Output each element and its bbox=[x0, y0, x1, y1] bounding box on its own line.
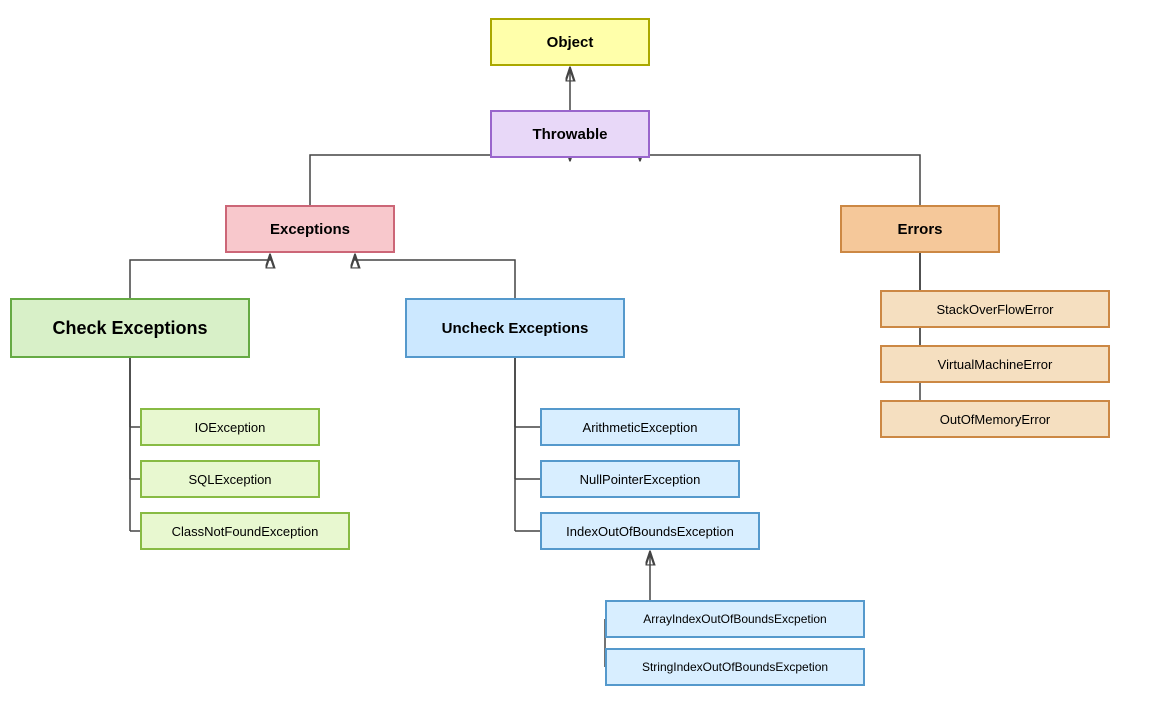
node-outofmemory: OutOfMemoryError bbox=[880, 400, 1110, 438]
node-nullpointer: NullPointerException bbox=[540, 460, 740, 498]
diagram: Object Throwable Exceptions Errors Check… bbox=[0, 0, 1168, 701]
stackoverflow-label: StackOverFlowError bbox=[936, 302, 1053, 317]
nullpointer-label: NullPointerException bbox=[580, 472, 701, 487]
node-uncheck-exceptions: Uncheck Exceptions bbox=[405, 298, 625, 358]
arithmetic-label: ArithmeticException bbox=[583, 420, 698, 435]
indexoutofbounds-label: IndexOutOfBoundsException bbox=[566, 524, 734, 539]
node-stringindex: StringIndexOutOfBoundsExcpetion bbox=[605, 648, 865, 686]
node-ioexception: IOException bbox=[140, 408, 320, 446]
node-errors: Errors bbox=[840, 205, 1000, 253]
exceptions-label: Exceptions bbox=[270, 221, 350, 238]
node-arrayindex: ArrayIndexOutOfBoundsExcpetion bbox=[605, 600, 865, 638]
virtualmachine-label: VirtualMachineError bbox=[938, 357, 1053, 372]
check-label: Check Exceptions bbox=[52, 318, 207, 339]
stringindex-label: StringIndexOutOfBoundsExcpetion bbox=[642, 660, 828, 674]
node-arithmetic: ArithmeticException bbox=[540, 408, 740, 446]
node-exceptions: Exceptions bbox=[225, 205, 395, 253]
node-object: Object bbox=[490, 18, 650, 66]
object-label: Object bbox=[547, 34, 594, 51]
throwable-label: Throwable bbox=[532, 126, 607, 143]
node-check-exceptions: Check Exceptions bbox=[10, 298, 250, 358]
node-throwable: Throwable bbox=[490, 110, 650, 158]
errors-label: Errors bbox=[897, 221, 942, 238]
node-stackoverflow: StackOverFlowError bbox=[880, 290, 1110, 328]
outofmemory-label: OutOfMemoryError bbox=[940, 412, 1051, 427]
node-sqlexception: SQLException bbox=[140, 460, 320, 498]
node-classnotfound: ClassNotFoundException bbox=[140, 512, 350, 550]
classnotfound-label: ClassNotFoundException bbox=[172, 524, 319, 539]
ioexception-label: IOException bbox=[195, 420, 266, 435]
arrayindex-label: ArrayIndexOutOfBoundsExcpetion bbox=[643, 612, 826, 626]
node-indexoutofbounds: IndexOutOfBoundsException bbox=[540, 512, 760, 550]
node-virtualmachine: VirtualMachineError bbox=[880, 345, 1110, 383]
sqlexception-label: SQLException bbox=[188, 472, 271, 487]
uncheck-label: Uncheck Exceptions bbox=[442, 320, 589, 337]
